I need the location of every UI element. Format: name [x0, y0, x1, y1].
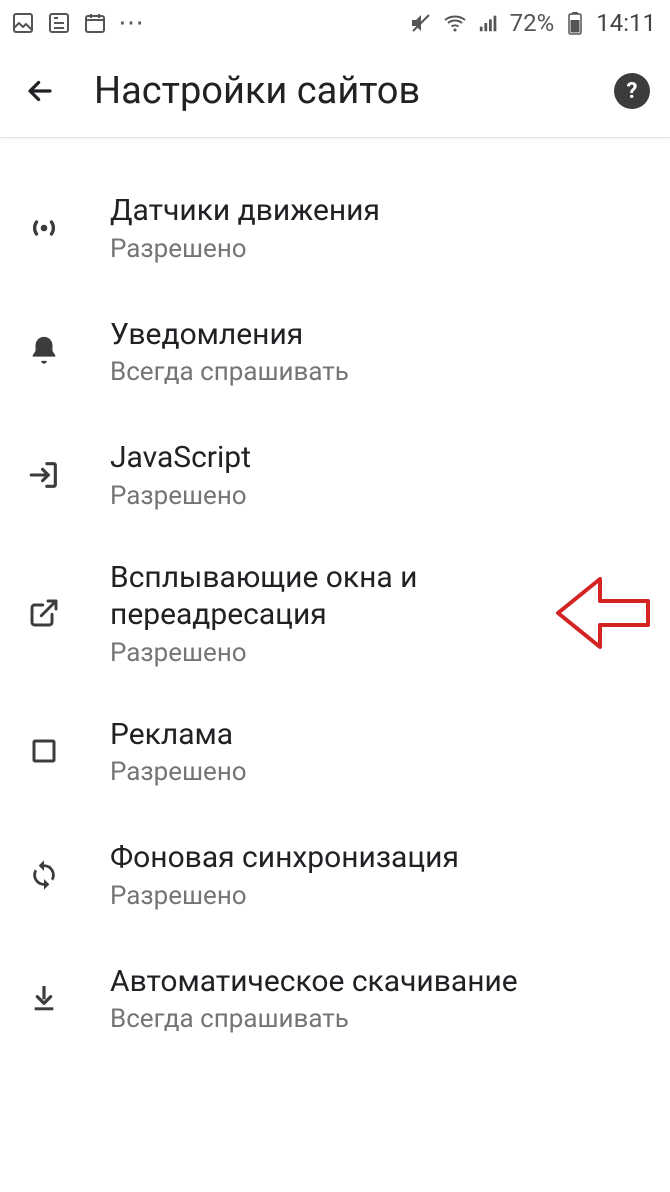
setting-sub: Разрешено [110, 234, 626, 264]
setting-title: Автоматическое скачивание [110, 963, 626, 1001]
wifi-icon [442, 10, 468, 36]
battery-icon [562, 10, 588, 36]
clock: 14:11 [596, 9, 656, 37]
setting-title: Датчики движения [110, 192, 626, 230]
page-title: Настройки сайтов [60, 69, 614, 113]
setting-title: Уведомления [110, 316, 626, 354]
setting-row-ads[interactable]: Реклама Разрешено [0, 690, 670, 814]
help-button[interactable]: ? [614, 73, 650, 109]
setting-title: Реклама [110, 716, 626, 754]
signal-icon [476, 10, 502, 36]
setting-sub: Разрешено [110, 638, 626, 668]
setting-sub: Разрешено [110, 757, 626, 787]
setting-sub: Всегда спрашивать [110, 357, 626, 387]
app-icon [46, 10, 72, 36]
motion-sensor-icon [24, 208, 64, 248]
download-icon [24, 978, 64, 1018]
status-bar: ⋯ 72% 14:11 [0, 0, 670, 45]
setting-row-popups[interactable]: Всплывающие окна и переадресация Разреше… [0, 537, 670, 690]
login-icon [24, 455, 64, 495]
setting-row-javascript[interactable]: JavaScript Разрешено [0, 413, 670, 537]
bell-icon [24, 331, 64, 371]
open-in-new-icon [24, 593, 64, 633]
setting-title: Всплывающие окна и переадресация [110, 559, 626, 634]
mute-icon [408, 10, 434, 36]
settings-list: Всегда спрашивать Датчики движения Разре… [0, 138, 670, 1192]
calendar-icon [82, 10, 108, 36]
setting-title: JavaScript [110, 439, 626, 477]
help-icon: ? [627, 79, 638, 104]
status-left: ⋯ [10, 10, 146, 36]
square-icon [24, 731, 64, 771]
image-icon [10, 10, 36, 36]
app-bar: Настройки сайтов ? [0, 45, 670, 138]
setting-row-motion-sensors[interactable]: Датчики движения Разрешено [0, 166, 670, 290]
blank-icon [24, 138, 64, 140]
sync-icon [24, 855, 64, 895]
back-button[interactable] [20, 71, 60, 111]
setting-sub: Разрешено [110, 881, 626, 911]
setting-sub: Всегда спрашивать [110, 1004, 626, 1034]
battery-percent: 72% [510, 9, 555, 37]
setting-title: Фоновая синхронизация [110, 839, 626, 877]
status-right: 72% 14:11 [408, 9, 656, 37]
setting-row-previous[interactable]: Всегда спрашивать [0, 138, 670, 166]
more-notifications-icon: ⋯ [118, 10, 146, 36]
setting-sub: Разрешено [110, 481, 626, 511]
setting-row-auto-download[interactable]: Автоматическое скачивание Всегда спрашив… [0, 937, 670, 1035]
setting-row-notifications[interactable]: Уведомления Всегда спрашивать [0, 290, 670, 414]
setting-row-background-sync[interactable]: Фоновая синхронизация Разрешено [0, 813, 670, 937]
